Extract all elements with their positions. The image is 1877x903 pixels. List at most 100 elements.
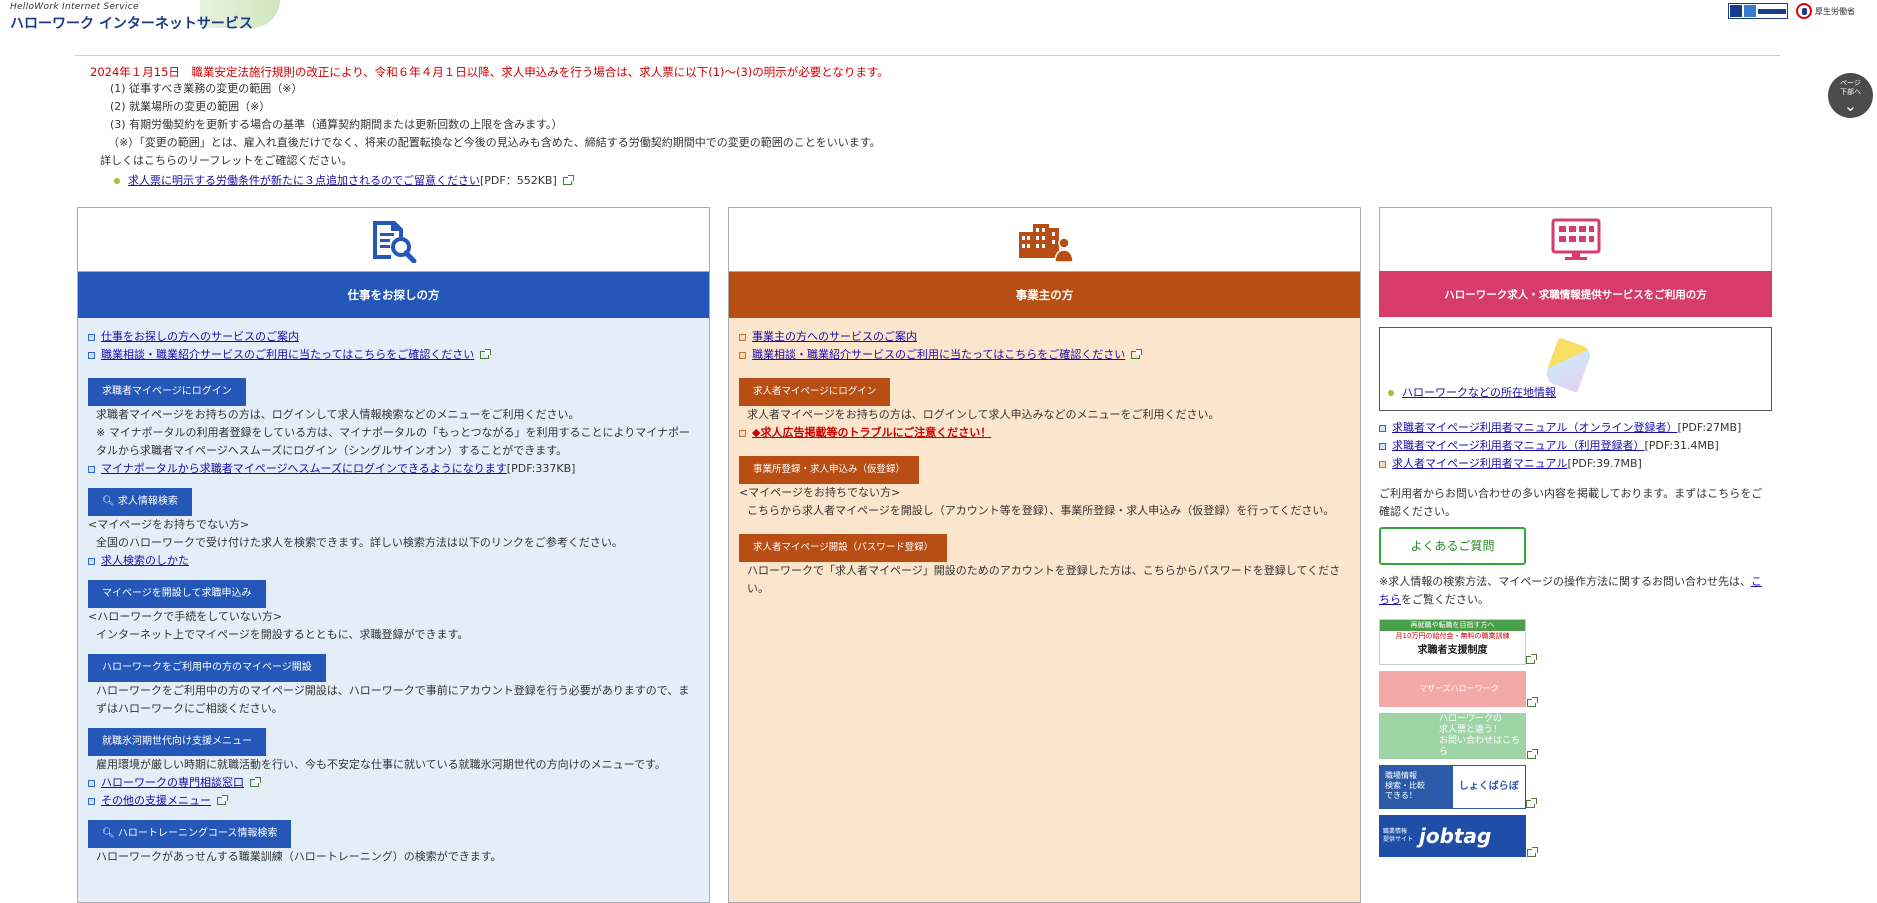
banner5-logo-text: jobtag [1419, 824, 1492, 848]
training-search-button[interactable]: 🔍︎ ハロートレーニングコース情報検索 [88, 820, 292, 848]
external-link-icon [1527, 847, 1538, 857]
service-title: ハローワーク求人・求職情報提供サービスをご利用の方 [1379, 271, 1772, 317]
employer-login-button[interactable]: 求人者マイページにログイン [739, 378, 891, 406]
training-desc: ハローワークがあっせんする職業訓練（ハロートレーニング）の検索ができます。 [96, 850, 502, 863]
search-howto-link[interactable]: 求人検索のしかた [88, 552, 699, 570]
notice-headline: 2024年１月15日 職業安定法施行規則の改正により、令和６年４月１日以降、求人… [90, 65, 889, 79]
banner1-title: 求職者支援制度 [1417, 645, 1488, 656]
employer-login-desc: 求人者マイページをお持ちの方は、ログインして求人申込みなどのメニューをご利用くだ… [747, 408, 1220, 421]
job-seeker-icon-area [78, 208, 709, 272]
current-user-mypage-button[interactable]: ハローワークをご利用中の方のマイページ開設 [88, 654, 326, 682]
manual-size: [PDF:27MB] [1677, 421, 1742, 434]
accessibility-button[interactable] [1728, 3, 1788, 19]
link-bullet-icon [739, 333, 746, 341]
header-divider [75, 55, 1780, 56]
manual-link-employer[interactable]: 求人者マイページ利用者マニュアル [1392, 457, 1567, 470]
job-seeker-support-banner[interactable]: 再就職や転職を目指す方へ 月10万円の給付金・無料の職業訓練 求職者支援制度 [1379, 619, 1537, 665]
shokubalabo-banner[interactable]: 職場情報 検索・比較 できる！ しょくばらぼ [1379, 765, 1537, 809]
open-mypage-button[interactable]: マイページを開設して求職申込み [88, 580, 266, 608]
open-mypage-desc: インターネット上でマイページを開設するとともに、求職登録ができます。 [96, 628, 469, 641]
jobtag-banner[interactable]: 職業情報 提供サイト jobtag [1379, 815, 1538, 857]
link-bullet-icon [88, 465, 95, 473]
job-seeker-confirm-label: 職業相談・職業紹介サービスのご利用に当たってはこちらをご確認ください [101, 348, 475, 361]
manual-row-1: 求職者マイページ利用者マニュアル（オンライン登録者）[PDF:27MB] [1379, 419, 1772, 437]
ad-trouble-warning-link[interactable]: ◆求人広告掲載等のトラブルにご注意ください！ [739, 424, 1350, 442]
job-seeker-service-link[interactable]: 仕事をお探しの方へのサービスのご案内 [88, 328, 699, 346]
scroll-to-bottom-button[interactable]: ページ 下部へ ⌄ [1828, 73, 1873, 118]
link-bullet-icon [88, 557, 95, 565]
location-map[interactable]: ハローワークなどの所在地情報 [1379, 327, 1772, 411]
consult-window-link[interactable]: ハローワークの専門相談窓口 [88, 774, 699, 792]
site-header: HelloWork Internet Service ハローワーク インターネッ… [0, 0, 1877, 55]
search-icon: 🔍︎ [102, 828, 118, 839]
logo-title: ハローワーク インターネットサービス [10, 16, 253, 32]
location-info-link[interactable]: ハローワークなどの所在地情報 [1402, 386, 1556, 399]
contact-text: ※求人情報の検索方法、マイページの操作方法に関するお問い合わせ先は、こちらをご覧… [1379, 573, 1772, 609]
mothers-hellowork-banner[interactable]: マザーズハローワーク [1379, 671, 1538, 707]
other-support-link[interactable]: その他の支援メニュー [88, 792, 699, 810]
employer-register-button[interactable]: 事業所登録・求人申込み（仮登録） [739, 456, 920, 484]
link-bullet-icon [88, 351, 95, 359]
building-person-icon [1018, 223, 1073, 262]
employer-register-condition: <マイページをお持ちでない方> [739, 486, 901, 499]
job-seeker-confirm-link[interactable]: 職業相談・職業紹介サービスのご利用に当たってはこちらをご確認ください [88, 346, 699, 364]
job-ad-discrepancy-banner[interactable]: ハローワークの 求人票と違う！ お問い合わせはこちら [1379, 713, 1538, 759]
employer-service-link[interactable]: 事業主の方へのサービスのご案内 [739, 328, 1350, 346]
employer-icon-area [729, 208, 1360, 272]
link-bullet-icon [88, 333, 95, 341]
banner1-top-text: 再就職や転職を目指す方へ [1380, 620, 1525, 631]
employer-register-desc: こちらから求人者マイページを開設し（アカウント等を登録）、事業所登録・求人申込み… [747, 504, 1335, 517]
leaflet-pdf-link[interactable]: 求人票に明示する労働条件が新たに３点追加されるのでご留意ください [128, 174, 480, 187]
current-user-mypage-desc: ハローワークをご利用中の方のマイページ開設は、ハローワークで事前にアカウント登録… [96, 684, 690, 715]
notice-item-2: (2) 就業場所の変更の範囲（※） [110, 100, 271, 113]
link-bullet-icon [739, 429, 746, 437]
ad-trouble-warning-label: 求人広告掲載等のトラブルにご注意ください！ [760, 426, 992, 439]
contact-prefix: ※求人情報の検索方法、マイページの操作方法に関するお問い合わせ先は、 [1379, 575, 1751, 588]
faq-button[interactable]: よくあるご質問 [1379, 527, 1526, 565]
job-search-button[interactable]: 🔍︎ 求人情報検索 [88, 488, 192, 516]
external-link-icon [250, 777, 261, 787]
notice-item-3: (3) 有期労働契約を更新する場合の基準（通算契約期間または更新回数の上限を含み… [110, 118, 563, 131]
audio-icon [1744, 5, 1756, 17]
service-icon-area [1379, 207, 1772, 271]
mynaportal-link[interactable]: マイナポータルから求職者マイページへスムーズにログインできるようになります [101, 462, 507, 475]
mhlw-label: 厚生労働省 [1815, 6, 1855, 16]
manual-link-online[interactable]: 求職者マイページ利用者マニュアル（オンライン登録者） [1392, 421, 1677, 434]
mhlw-emblem-icon [1796, 3, 1812, 19]
site-logo[interactable]: HelloWork Internet Service ハローワーク インターネッ… [10, 2, 253, 33]
job-search-desc: 全国のハローワークで受け付けた求人を検索できます。詳しい検索方法は以下のリンクを… [96, 536, 623, 549]
employer-confirm-label: 職業相談・職業紹介サービスのご利用に当たってはこちらをご確認ください [752, 348, 1126, 361]
employer-service-label: 事業主の方へのサービスのご案内 [752, 330, 917, 343]
chevron-down-icon: ⌄ [1843, 96, 1858, 115]
manual-row-3: 求人者マイページ利用者マニュアル[PDF:39.7MB] [1379, 455, 1772, 473]
open-mypage-condition: <ハローワークで手続をしていない方> [88, 610, 283, 623]
banner3-text: ハローワークの 求人票と違う！ お問い合わせはこちら [1439, 714, 1521, 757]
contact-suffix: をご覧ください。 [1401, 593, 1489, 606]
ice-age-support-button[interactable]: 就職氷河期世代向け支援メニュー [88, 728, 266, 756]
banner2-text: マザーズハローワーク [1419, 684, 1499, 693]
monitor-grid-icon [1551, 218, 1600, 260]
job-search-label: 求人情報検索 [117, 496, 178, 507]
consult-window-label: ハローワークの専門相談窓口 [101, 776, 244, 789]
bullet-icon [1388, 390, 1394, 396]
manual-link-registered[interactable]: 求職者マイページ利用者マニュアル（利用登録者） [1392, 439, 1644, 452]
logo-subtitle: HelloWork Internet Service [10, 2, 139, 12]
search-icon: 🔍︎ [102, 496, 118, 507]
job-seeker-login-button[interactable]: 求職者マイページにログイン [88, 378, 246, 406]
mhlw-logo[interactable]: 厚生労働省 [1796, 3, 1855, 19]
external-link-icon [1527, 697, 1538, 707]
link-bullet-icon [1379, 442, 1386, 450]
banner4-right-text: しょくばらぼ [1458, 781, 1519, 792]
employer-password-button[interactable]: 求人者マイページ開設（パスワード登録） [739, 534, 948, 562]
training-search-label: ハロートレーニングコース情報検索 [117, 828, 278, 839]
banner4-left-text: 職場情報 検索・比較 できる！ [1380, 766, 1453, 808]
search-howto-label: 求人検索のしかた [101, 554, 189, 567]
employer-password-desc: ハローワークで「求人者マイページ」開設のためのアカウントを登録した方は、こちらか… [747, 564, 1341, 595]
link-bullet-icon [88, 779, 95, 787]
location-link-row: ハローワークなどの所在地情報 [1388, 384, 1556, 402]
employer-confirm-link[interactable]: 職業相談・職業紹介サービスのご利用に当たってはこちらをご確認ください [739, 346, 1350, 364]
external-link-icon [217, 795, 228, 805]
employer-panel: 事業主の方 事業主の方へのサービスのご案内 職業相談・職業紹介サービスのご利用に… [728, 207, 1361, 903]
faq-description: ご利用者からお問い合わせの多い内容を掲載しております。まずはこちらをご確認くださ… [1379, 487, 1763, 518]
job-seeker-service-label: 仕事をお探しの方へのサービスのご案内 [101, 330, 299, 343]
